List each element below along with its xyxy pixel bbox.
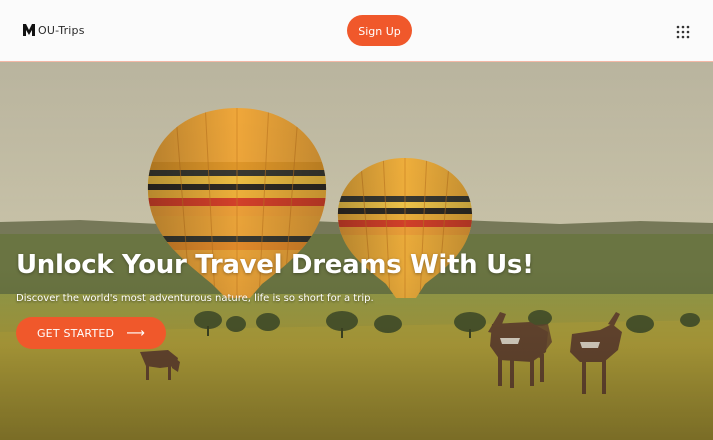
hero-section: Unlock Your Travel Dreams With Us! Disco… <box>0 62 713 440</box>
hero-title: Unlock Your Travel Dreams With Us! <box>16 250 534 280</box>
get-started-label: GET STARTED <box>36 326 115 340</box>
brand-logo[interactable]: OU-Trips <box>22 22 85 38</box>
hero-subtitle: Discover the world's most adventurous na… <box>16 293 374 304</box>
grid-dots-icon <box>676 25 690 39</box>
arrow-right-icon: ⟶ <box>126 325 146 341</box>
brand-name: OU-Trips <box>38 23 85 37</box>
m-logo-mark-icon <box>23 24 35 36</box>
menu-button[interactable] <box>676 24 690 39</box>
sign-up-button[interactable]: Sign Up <box>347 15 412 46</box>
top-nav: OU-Trips Sign Up <box>0 0 713 62</box>
get-started-button[interactable]: GET STARTED ⟶ <box>16 317 166 349</box>
